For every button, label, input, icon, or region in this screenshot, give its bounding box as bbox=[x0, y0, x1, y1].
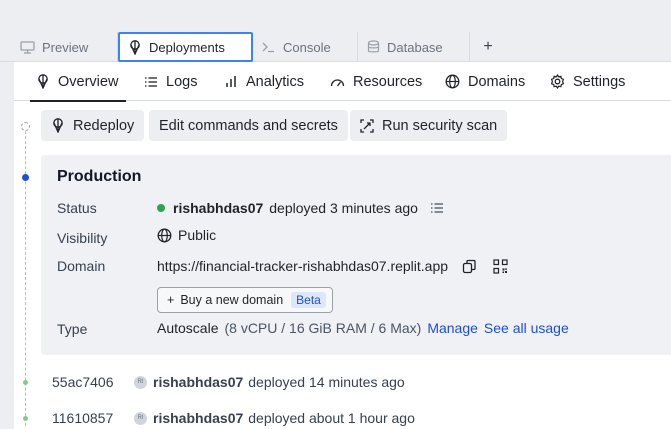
globe-icon bbox=[445, 74, 460, 89]
list-icon bbox=[145, 76, 157, 87]
history-text: deployed about 1 hour ago bbox=[248, 410, 415, 426]
terminal-icon bbox=[262, 42, 274, 53]
left-rail bbox=[0, 62, 14, 429]
timeline-history-dot bbox=[23, 416, 28, 421]
subnav-domains[interactable]: Domains bbox=[445, 62, 525, 101]
subnav-label: Resources bbox=[353, 73, 423, 90]
security-scan-button[interactable]: Run security scan bbox=[350, 110, 508, 141]
subnav-logs[interactable]: Logs bbox=[144, 62, 197, 101]
database-icon bbox=[367, 40, 380, 53]
subnav-label: Analytics bbox=[246, 73, 305, 90]
history-row[interactable]: 11610857 RI rishabhdas07 deployed about … bbox=[52, 410, 415, 426]
workspace-tab-bar: Preview Deployments Console Database + bbox=[0, 32, 671, 62]
avatar: RI bbox=[134, 375, 147, 389]
type-value: Autoscale (8 vCPU / 16 GiB RAM / 6 Max) … bbox=[157, 320, 569, 336]
tab-label: Console bbox=[283, 39, 331, 55]
buy-domain-button[interactable]: + Buy a new domain Beta bbox=[157, 287, 333, 313]
deployments-icon bbox=[53, 118, 63, 133]
scan-icon bbox=[360, 118, 374, 133]
manage-link[interactable]: Manage bbox=[427, 320, 478, 336]
subnav-label: Overview bbox=[58, 73, 119, 90]
visibility-value: Public bbox=[157, 227, 216, 243]
monitor-icon bbox=[20, 40, 35, 54]
deployments-icon bbox=[130, 39, 140, 55]
subnav-analytics[interactable]: Analytics bbox=[224, 62, 304, 101]
type-specs: (8 vCPU / 16 GiB RAM / 6 Max) bbox=[224, 320, 422, 336]
tab-label: Deployments bbox=[149, 39, 225, 55]
deployment-subnav: Overview Logs Analytics Resources Domain… bbox=[14, 62, 671, 102]
add-tab-button[interactable]: + bbox=[478, 32, 498, 62]
deployment-hash: 11610857 bbox=[52, 410, 114, 426]
beta-badge: Beta bbox=[291, 292, 326, 308]
status-value: rishabhdas07 deployed 3 minutes ago bbox=[157, 200, 444, 216]
tab-deployments[interactable]: Deployments bbox=[118, 32, 253, 62]
edit-commands-button[interactable]: Edit commands and secrets bbox=[149, 110, 348, 141]
timeline-pending-dot bbox=[21, 122, 30, 131]
globe-icon bbox=[157, 228, 172, 242]
history-text: deployed 14 minutes ago bbox=[248, 374, 405, 390]
tab-database[interactable]: Database bbox=[358, 32, 470, 62]
tab-label: Preview bbox=[42, 39, 89, 55]
qr-code-icon[interactable] bbox=[493, 258, 508, 274]
timeline-history-dot bbox=[23, 380, 28, 385]
redeploy-label: Redeploy bbox=[73, 117, 135, 134]
history-user: rishabhdas07 bbox=[153, 374, 244, 390]
tab-preview[interactable]: Preview bbox=[0, 32, 118, 62]
history-user: rishabhdas07 bbox=[153, 410, 244, 426]
avatar: RI bbox=[134, 411, 147, 425]
deployments-icon bbox=[38, 74, 48, 89]
top-bar bbox=[0, 0, 671, 32]
visibility-label: Visibility bbox=[57, 230, 108, 246]
domain-value: https://financial-tracker-rishabhdas07.r… bbox=[157, 258, 508, 274]
production-title: Production bbox=[57, 168, 142, 185]
status-label: Status bbox=[57, 200, 97, 216]
tab-console[interactable]: Console bbox=[253, 32, 358, 62]
copy-icon[interactable] bbox=[462, 259, 477, 274]
status-dot bbox=[157, 204, 165, 212]
see-usage-link[interactable]: See all usage bbox=[484, 320, 569, 336]
timeline-current-dot bbox=[22, 174, 29, 181]
type-name: Autoscale bbox=[157, 320, 219, 336]
list-icon[interactable] bbox=[430, 202, 444, 214]
subnav-settings[interactable]: Settings bbox=[550, 62, 625, 101]
subnav-overview[interactable]: Overview bbox=[29, 62, 127, 102]
domain-label: Domain bbox=[57, 258, 106, 274]
gauge-icon bbox=[330, 78, 345, 86]
subnav-label: Settings bbox=[573, 73, 626, 90]
subnav-label: Domains bbox=[468, 73, 526, 90]
plus-icon: + bbox=[167, 293, 175, 307]
type-label: Type bbox=[57, 321, 88, 337]
subnav-label: Logs bbox=[166, 73, 198, 90]
bar-chart-icon bbox=[226, 76, 236, 87]
domain-url[interactable]: https://financial-tracker-rishabhdas07.r… bbox=[157, 258, 448, 274]
deployment-hash: 55ac7406 bbox=[52, 374, 114, 390]
status-text: deployed 3 minutes ago bbox=[269, 200, 418, 216]
gear-icon bbox=[550, 74, 565, 89]
tab-label: Database bbox=[387, 39, 443, 55]
security-scan-label: Run security scan bbox=[382, 117, 498, 134]
buy-domain-label: Buy a new domain bbox=[180, 293, 284, 307]
redeploy-button[interactable]: Redeploy bbox=[41, 110, 145, 141]
visibility-text: Public bbox=[178, 227, 217, 243]
history-row[interactable]: 55ac7406 RI rishabhdas07 deployed 14 min… bbox=[52, 374, 405, 390]
status-user[interactable]: rishabhdas07 bbox=[173, 200, 263, 216]
subnav-resources[interactable]: Resources bbox=[330, 62, 422, 101]
edit-commands-label: Edit commands and secrets bbox=[159, 117, 338, 134]
